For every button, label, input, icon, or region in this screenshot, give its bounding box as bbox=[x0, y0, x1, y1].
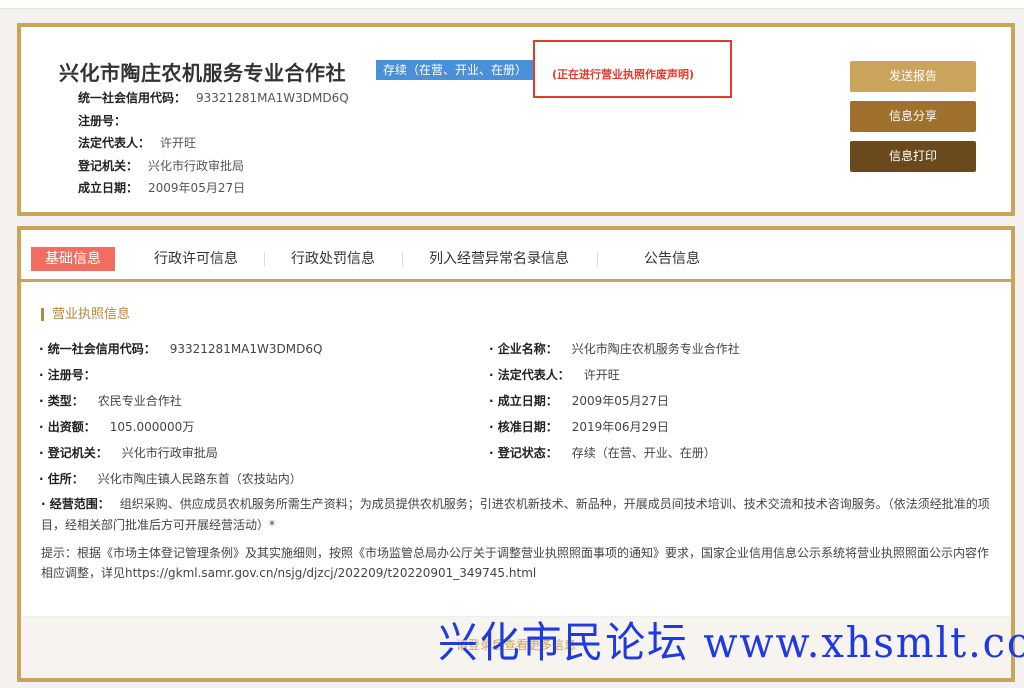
company-header-card: 兴化市陶庄农机服务专业合作社 存续（在营、开业、在册） (正在进行营业执照作废声… bbox=[17, 23, 1015, 216]
notice-tip: 提示：根据《市场主体登记管理条例》及其实施细则，按照《市场监管总局办公厅关于调整… bbox=[41, 546, 990, 580]
field-reg-status: · 登记状态： 存续（在营、开业、在册） bbox=[489, 446, 716, 460]
field-reg-no: · 注册号： bbox=[39, 368, 96, 382]
tab-separator bbox=[264, 252, 265, 267]
status-badge: 存续（在营、开业、在册） bbox=[376, 60, 535, 80]
tab-admin-license[interactable]: 行政许可信息 bbox=[154, 247, 238, 271]
field-credit-code: · 统一社会信用代码： 93321281MA1W3DMD6Q bbox=[39, 342, 323, 356]
field-legal-rep: · 法定代表人： 许开旺 bbox=[489, 368, 620, 382]
header-field-reg-no: 注册号： bbox=[78, 113, 127, 128]
header-field-legal-rep: 法定代表人： 许开旺 bbox=[78, 136, 197, 150]
field-founded-date: · 成立日期： 2009年05月27日 bbox=[489, 394, 669, 408]
field-capital: · 出资额： 105.000000万 bbox=[39, 420, 195, 434]
tab-announcements[interactable]: 公告信息 bbox=[644, 247, 700, 271]
share-info-button[interactable]: 信息分享 bbox=[850, 101, 976, 132]
tab-bar: 基础信息 行政许可信息 行政处罚信息 列入经营异常名录信息 公告信息 bbox=[21, 230, 1011, 282]
send-report-button[interactable]: 发送报告 bbox=[850, 61, 976, 92]
business-scope: · 经营范围： 组织采购、供应成员农机服务所需生产资料；为成员提供农机服务；引进农… bbox=[41, 497, 990, 532]
field-authority: · 登记机关： 兴化市行政审批局 bbox=[39, 446, 218, 460]
tab-admin-penalty[interactable]: 行政处罚信息 bbox=[291, 247, 375, 271]
header-field-founded: 成立日期： 2009年05月27日 bbox=[78, 181, 246, 195]
print-info-button[interactable]: 信息打印 bbox=[850, 141, 976, 172]
section-title: 营业执照信息 bbox=[41, 308, 130, 321]
field-approval-date: · 核准日期： 2019年06月29日 bbox=[489, 420, 669, 434]
tab-separator bbox=[402, 252, 403, 267]
tab-basic-info[interactable]: 基础信息 bbox=[31, 247, 115, 271]
notice-highlight-box: (正在进行营业执照作废声明) bbox=[533, 40, 732, 98]
field-address: · 住所： 兴化市陶庄镇人民路东首（农技站内） bbox=[39, 472, 302, 486]
field-company-name: · 企业名称： 兴化市陶庄农机服务专业合作社 bbox=[489, 342, 740, 356]
company-name: 兴化市陶庄农机服务专业合作社 bbox=[59, 61, 346, 85]
top-strip bbox=[0, 0, 1024, 9]
watermark-text: 兴化市民论坛 www.xhsmlt.com bbox=[438, 618, 1024, 667]
tab-abnormal-list[interactable]: 列入经营异常名录信息 bbox=[429, 247, 569, 271]
tab-separator bbox=[597, 252, 598, 267]
header-fields: 统一社会信用代码： 93321281MA1W3DMD6Q 注册号： 法定代表人：许… bbox=[78, 87, 349, 200]
field-type: · 类型： 农民专业合作社 bbox=[39, 394, 182, 408]
header-field-credit-code: 统一社会信用代码： 93321281MA1W3DMD6Q bbox=[78, 91, 349, 105]
notice-text: (正在进行营业执照作废声明) bbox=[552, 68, 695, 81]
header-field-authority: 登记机关： 兴化市行政审批局 bbox=[78, 158, 245, 173]
